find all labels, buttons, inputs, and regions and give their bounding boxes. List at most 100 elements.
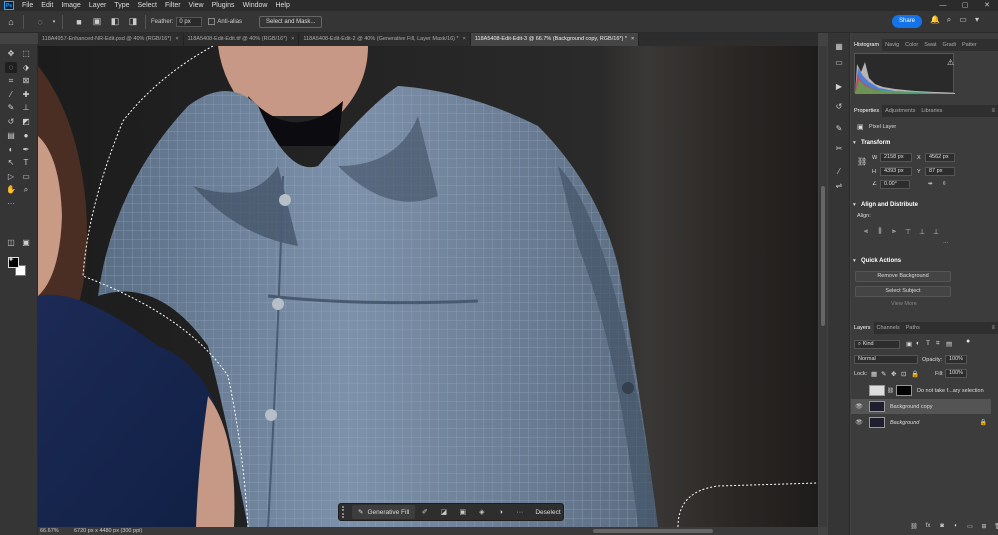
- warning-icon[interactable]: ⚠: [947, 58, 954, 67]
- align-top-icon[interactable]: ⊤: [901, 228, 915, 236]
- close-window-button[interactable]: ✕: [976, 0, 998, 11]
- tab-color[interactable]: Color: [902, 39, 921, 51]
- eye-icon[interactable]: 👁: [854, 403, 864, 410]
- panel-menu-icon[interactable]: ≡: [991, 108, 995, 114]
- intersect-selection-icon[interactable]: ◨: [126, 15, 140, 29]
- zoom-tool-icon[interactable]: ⌕: [20, 184, 32, 195]
- doc-tab-3[interactable]: 118A5408-Edit-Edit-2 @ 40% (Generative F…: [299, 33, 471, 46]
- layer-name[interactable]: Do not take f...ary selection: [917, 388, 984, 394]
- new-selection-icon[interactable]: ■: [72, 15, 86, 29]
- create-mask-icon[interactable]: ▣: [453, 508, 472, 516]
- menu-edit[interactable]: Edit: [37, 0, 57, 11]
- menu-select[interactable]: Select: [134, 0, 161, 11]
- document-info[interactable]: 6720 px x 4480 px (300 ppi): [74, 528, 142, 534]
- filter-pixel-icon[interactable]: ▣: [906, 340, 912, 348]
- type-tool-icon[interactable]: T: [20, 157, 32, 168]
- path-select-icon[interactable]: ↖: [5, 157, 17, 168]
- y-input[interactable]: 87 px: [925, 167, 955, 176]
- dodge-tool-icon[interactable]: ◐: [5, 144, 17, 155]
- menu-help[interactable]: Help: [271, 0, 293, 11]
- tab-adjustments[interactable]: Adjustments: [882, 105, 918, 117]
- select-subject-button[interactable]: Select Subject: [855, 286, 951, 297]
- direct-select-icon[interactable]: ▷: [5, 171, 17, 182]
- flip-horizontal-icon[interactable]: ⇹: [928, 181, 933, 187]
- view-more-link[interactable]: View More: [891, 301, 917, 306]
- tab-properties[interactable]: Properties: [851, 105, 883, 117]
- x-input[interactable]: 4562 px: [925, 153, 955, 162]
- comments-icon[interactable]: ▭: [833, 57, 845, 69]
- align-middle-v-icon[interactable]: ⊥: [915, 228, 929, 236]
- tools-settings-icon[interactable]: ✂: [833, 143, 845, 155]
- pen-tool-icon[interactable]: ✒: [20, 144, 32, 155]
- lasso-tool-icon[interactable]: ◌: [5, 62, 17, 73]
- tab-histogram[interactable]: Histogram: [851, 39, 883, 51]
- home-icon[interactable]: ⌂: [4, 15, 18, 29]
- angle-input[interactable]: 0.00°: [880, 180, 910, 189]
- adjust-icon[interactable]: ⇌: [833, 180, 845, 192]
- menu-window[interactable]: Window: [239, 0, 272, 11]
- height-input[interactable]: 4393 px: [880, 167, 912, 176]
- filter-adjustment-icon[interactable]: ◐: [916, 340, 920, 347]
- fill-selection-icon[interactable]: ◈: [472, 508, 491, 516]
- horizontal-scrollbar[interactable]: [593, 529, 713, 533]
- filter-shape-icon[interactable]: ⌗: [936, 340, 940, 348]
- history-brush-icon[interactable]: ↺: [5, 116, 17, 127]
- stamp-tool-icon[interactable]: ⊥: [20, 102, 32, 113]
- vertical-scrollbar[interactable]: [819, 46, 827, 527]
- lasso-tool-preset-icon[interactable]: ◌: [33, 15, 47, 29]
- adjustment-icon[interactable]: ◑: [491, 509, 510, 516]
- screen-mode-icon[interactable]: ▣: [20, 237, 32, 248]
- filter-smart-icon[interactable]: ▤: [946, 340, 952, 348]
- menu-image[interactable]: Image: [57, 0, 84, 11]
- width-input[interactable]: 2158 px: [880, 153, 912, 162]
- drag-handle-icon[interactable]: [342, 506, 348, 518]
- layer-row[interactable]: ⛓ Do not take f...ary selection: [851, 383, 991, 398]
- tab-patterns[interactable]: Patter: [959, 39, 980, 51]
- share-button[interactable]: Share: [892, 15, 922, 28]
- history-panel-icon[interactable]: ▦: [833, 41, 845, 53]
- blend-mode-select[interactable]: Normal: [854, 355, 918, 364]
- generative-fill-button[interactable]: ✎ Generative Fill: [352, 505, 416, 519]
- history-icon[interactable]: ↺: [833, 101, 845, 113]
- fx-icon[interactable]: fx: [921, 523, 935, 530]
- close-icon[interactable]: ×: [175, 33, 178, 46]
- panel-menu-icon[interactable]: ≡: [991, 325, 995, 331]
- link-icon[interactable]: ⛓: [857, 157, 867, 166]
- filter-toggle-icon[interactable]: ●: [966, 338, 970, 345]
- menu-plugins[interactable]: Plugins: [208, 0, 239, 11]
- antialias-checkbox[interactable]: [208, 18, 216, 25]
- modify-selection-icon[interactable]: ✐: [415, 508, 434, 516]
- layer-row[interactable]: 👁 Background 🔒: [851, 415, 991, 430]
- more-options-icon[interactable]: ···: [510, 509, 529, 516]
- opacity-input[interactable]: 100%: [945, 355, 967, 364]
- zoom-level[interactable]: 66.67%: [38, 528, 68, 534]
- workspace-icon[interactable]: ▭: [956, 15, 970, 25]
- add-selection-icon[interactable]: ▣: [90, 15, 104, 29]
- doc-tab-2[interactable]: 118A5408-Edit-Edit.tif @ 40% (RGB/16*) ×: [184, 33, 300, 46]
- tab-navigator[interactable]: Navig: [882, 39, 902, 51]
- select-and-mask-button[interactable]: Select and Mask...: [259, 15, 323, 28]
- healing-tool-icon[interactable]: ✚: [20, 89, 32, 100]
- align-bottom-icon[interactable]: ⊥: [929, 228, 943, 236]
- lock-artboard-icon[interactable]: ⊡: [901, 370, 906, 378]
- maximize-button[interactable]: ▢: [954, 0, 976, 11]
- shape-tool-icon[interactable]: ▭: [20, 171, 32, 182]
- scroll-thumb[interactable]: [821, 186, 825, 326]
- menu-filter[interactable]: Filter: [161, 0, 185, 11]
- layer-kind-filter[interactable]: ⌕ Kind: [854, 340, 900, 349]
- frame-tool-icon[interactable]: ⊠: [20, 75, 32, 86]
- more-align-icon[interactable]: ···: [943, 240, 949, 246]
- align-center-h-icon[interactable]: ⫼: [873, 228, 887, 236]
- close-icon[interactable]: ×: [631, 33, 634, 46]
- minimize-button[interactable]: —: [932, 0, 954, 11]
- tab-swatches[interactable]: Swat: [921, 39, 939, 51]
- layer-name[interactable]: Background copy: [890, 404, 933, 410]
- object-select-tool-icon[interactable]: ⬗: [20, 62, 32, 73]
- new-group-icon[interactable]: ▭: [963, 523, 977, 530]
- close-icon[interactable]: ×: [291, 33, 294, 46]
- tab-paths[interactable]: Paths: [903, 322, 923, 334]
- lock-all-icon[interactable]: 🔒: [911, 370, 919, 378]
- menu-view[interactable]: View: [185, 0, 208, 11]
- chevron-down-icon[interactable]: ▾: [853, 258, 856, 264]
- more-tools-icon[interactable]: ···: [5, 198, 17, 209]
